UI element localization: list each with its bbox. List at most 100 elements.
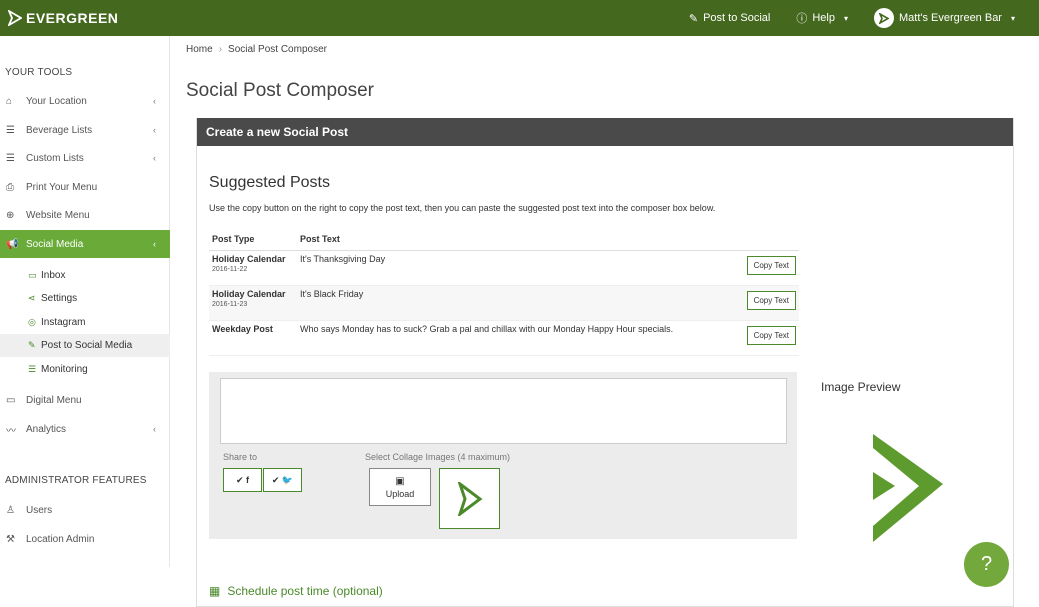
post-text-cell: It's Thanksgiving Day Copy Text [297, 250, 799, 286]
column-header-post-text: Post Text [297, 228, 799, 251]
post-type: Holiday Calendar [212, 253, 286, 264]
collage-image-thumbnail[interactable] [439, 468, 500, 529]
collage-images-label: Select Collage Images (4 maximum) [365, 452, 511, 462]
post-icon: ✎ [28, 340, 36, 350]
sidebar-subitem-inbox[interactable]: ▭ Inbox [0, 264, 170, 287]
create-post-panel: Create a new Social Post Suggested Posts… [196, 118, 1014, 607]
schedule-post-toggle[interactable]: ▦ Schedule post time (optional) [209, 584, 383, 598]
post-icon: ✎ [688, 12, 699, 25]
copy-text-button[interactable]: Copy Text [746, 255, 796, 275]
sidebar-item-label: Analytics [26, 423, 67, 435]
sidebar: YOUR TOOLS ⌂ Your Location ‹ ☰ Beverage … [0, 36, 170, 567]
sidebar-item-label: Website Menu [26, 209, 90, 221]
brand-logo[interactable]: EVERGREEN [8, 0, 118, 36]
sidebar-item-website-menu[interactable]: ⊕ Website Menu [0, 201, 170, 229]
sidebar-item-social-media[interactable]: 📢 Social Media ‹ [0, 230, 170, 258]
help-label: Help [812, 12, 835, 24]
table-row: Holiday Calendar 2016-11-22 It's Thanksg… [209, 250, 799, 286]
post-text: Who says Monday has to suck? Grab a pal … [300, 323, 674, 334]
sidebar-subitem-label: Settings [41, 293, 78, 304]
breadcrumb-separator: › [218, 44, 223, 55]
monitor-icon: ▭ [6, 394, 16, 406]
sidebar-section-title: YOUR TOOLS [5, 67, 73, 78]
post-date: 2016-11-23 [212, 300, 248, 308]
image-preview-logo [873, 434, 943, 542]
share-target-group: ✔ f ✔ 🐦 [223, 468, 303, 492]
evergreen-logo-icon [457, 481, 482, 516]
panel-header: Create a new Social Post [197, 118, 1013, 146]
chevron-down-icon: ▾ [1010, 13, 1015, 23]
sidebar-item-location-admin[interactable]: ⚒ Location Admin [0, 525, 170, 553]
top-nav-links: ✎ Post to Social ⓘ Help ▾ Matt's Evergre… [663, 0, 1015, 36]
chart-line-icon: 〰 [6, 425, 16, 437]
schedule-label: Schedule post time (optional) [227, 584, 383, 598]
evergreen-logo-icon [879, 12, 889, 24]
sidebar-item-label: Location Admin [26, 533, 95, 545]
account-label: Matt's Evergreen Bar [899, 12, 1002, 24]
home-icon: ⌂ [6, 95, 13, 107]
help-circle-icon: ⓘ [796, 13, 808, 25]
sidebar-item-digital-menu[interactable]: ▭ Digital Menu [0, 386, 170, 414]
brand-name: EVERGREEN [26, 10, 119, 26]
sidebar-subitem-label: Inbox [41, 270, 66, 281]
table-header-row: Post Type Post Text [209, 228, 799, 251]
sidebar-item-analytics[interactable]: 〰 Analytics ‹ [0, 415, 170, 443]
evergreen-logo-icon [8, 10, 22, 26]
post-type-cell: Weekday Post [209, 320, 297, 356]
sidebar-item-label: Custom Lists [26, 152, 84, 164]
post-text-input[interactable] [220, 378, 787, 444]
suggested-posts-table: Post Type Post Text Holiday Calendar 201… [209, 228, 799, 356]
top-navbar: EVERGREEN ✎ Post to Social ⓘ Help ▾ Matt… [0, 0, 1039, 36]
calendar-icon: ▦ [209, 584, 221, 598]
account-menu[interactable]: Matt's Evergreen Bar ▾ [874, 8, 1015, 28]
list-icon: ☰ [6, 124, 15, 136]
chevron-left-icon: ‹ [153, 153, 156, 163]
sidebar-subitem-label: Post to Social Media [41, 340, 133, 351]
copy-text-button[interactable]: Copy Text [746, 325, 796, 345]
post-text: It's Thanksgiving Day [300, 253, 386, 264]
sidebar-item-beverage-lists[interactable]: ☰ Beverage Lists ‹ [0, 116, 170, 144]
sidebar-item-label: Beverage Lists [26, 124, 93, 136]
breadcrumb-current: Social Post Composer [228, 44, 327, 55]
chevron-left-icon: ‹ [153, 239, 156, 249]
sidebar-item-label: Users [26, 504, 53, 516]
globe-icon: ⊕ [6, 209, 15, 221]
post-composer: Share to ✔ f ✔ 🐦 Select Collage Images (… [209, 372, 797, 539]
sidebar-section-title: ADMINISTRATOR FEATURES [5, 475, 147, 486]
sidebar-item-label: Social Media [26, 238, 84, 250]
page-title: Social Post Composer [186, 80, 374, 101]
copy-text-button[interactable]: Copy Text [746, 290, 796, 310]
sidebar-item-label: Print Your Menu [26, 181, 98, 193]
sidebar-subitem-post-to-social-media[interactable]: ✎ Post to Social Media [0, 334, 170, 357]
upload-label: Upload [385, 488, 415, 499]
sidebar-subitem-label: Instagram [41, 317, 86, 328]
share-twitter-toggle[interactable]: ✔ 🐦 [263, 468, 302, 492]
sidebar-subitem-monitoring[interactable]: ☰ Monitoring [0, 358, 170, 381]
post-to-social-link[interactable]: ✎ Post to Social [689, 12, 770, 25]
instagram-icon: ◎ [28, 317, 36, 327]
sidebar-item-your-location[interactable]: ⌂ Your Location ‹ [0, 87, 170, 115]
sidebar-subitem-instagram[interactable]: ◎ Instagram [0, 311, 170, 334]
sidebar-item-print-menu[interactable]: ⎙ Print Your Menu [0, 173, 170, 201]
chevron-left-icon: ‹ [153, 424, 156, 434]
sidebar-item-custom-lists[interactable]: ☰ Custom Lists ‹ [0, 144, 170, 172]
column-header-post-type: Post Type [209, 228, 297, 251]
users-icon: ♙ [6, 504, 15, 516]
upload-button[interactable]: ▣ Upload [369, 468, 431, 506]
help-button[interactable]: ? [964, 542, 1009, 587]
post-date: 2016-11-22 [212, 265, 248, 273]
breadcrumb-home[interactable]: Home [186, 44, 213, 55]
suggested-posts-title: Suggested Posts [209, 174, 330, 191]
post-text: It's Black Friday [300, 288, 364, 299]
post-to-social-label: Post to Social [703, 12, 771, 24]
chevron-left-icon: ‹ [153, 125, 156, 135]
table-row: Holiday Calendar 2016-11-23 It's Black F… [209, 285, 799, 321]
inbox-icon: ▭ [28, 270, 37, 280]
sidebar-item-users[interactable]: ♙ Users [0, 496, 170, 524]
suggested-posts-description: Use the copy button on the right to copy… [209, 203, 716, 213]
megaphone-icon: 📢 [6, 238, 19, 250]
share-facebook-toggle[interactable]: ✔ f [223, 468, 262, 492]
help-menu[interactable]: ⓘ Help ▾ [796, 10, 848, 26]
sidebar-subitem-settings[interactable]: ⋖ Settings [0, 287, 170, 310]
avatar [874, 8, 894, 28]
